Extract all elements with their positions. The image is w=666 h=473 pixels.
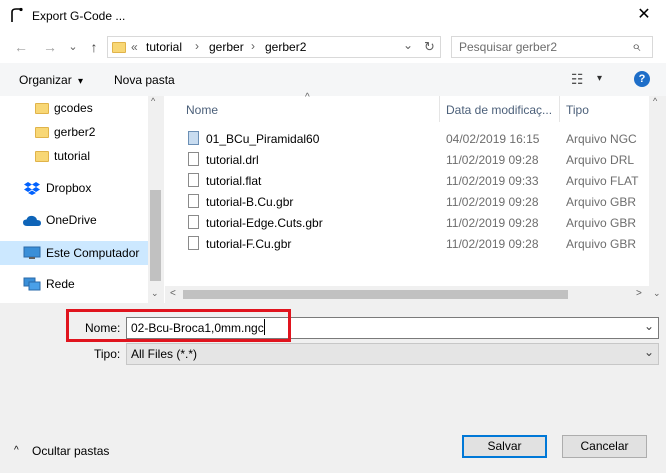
nav-folder-tutorial[interactable]: tutorial [54,146,90,166]
file-row[interactable]: tutorial-B.Cu.gbr 11/02/2019 09:28 Arqui… [180,191,650,212]
file-name: tutorial-F.Cu.gbr [206,237,292,251]
file-type: Arquivo GBR [566,216,637,230]
folder-icon [35,151,49,162]
new-folder-button[interactable]: Nova pasta [114,73,175,87]
back-icon[interactable]: ← [13,39,29,55]
nav-pane-scroll-thumb[interactable] [150,190,161,281]
file-name: tutorial.flat [206,174,262,188]
cancel-button[interactable]: Cancelar [562,435,647,458]
computer-icon [23,246,41,259]
search-icon[interactable]: ⌕ [632,38,640,55]
file-icon [188,152,199,166]
file-date: 04/02/2019 16:15 [446,132,540,146]
folder-icon [35,127,49,138]
file-icon [188,215,199,229]
forward-icon[interactable]: → [42,39,58,55]
file-type: Arquivo NGC [566,132,637,146]
file-icon [188,194,199,208]
organize-caret-icon: ▾ [78,76,84,87]
address-dropdown-icon[interactable]: ⌄ [403,38,413,52]
column-header-type[interactable]: Tipo [566,103,589,117]
file-row[interactable]: tutorial-Edge.Cuts.gbr 11/02/2019 09:28 … [180,212,650,233]
column-divider[interactable] [559,96,560,122]
breadcrumb-separator-icon: › [251,39,255,53]
nav-network[interactable]: Rede [46,274,75,294]
network-icon [23,277,41,291]
folder-icon [112,42,126,53]
app-icon [11,7,23,22]
ngc-file-icon [188,131,199,145]
file-name: tutorial-B.Cu.gbr [206,195,294,209]
view-options-caret-icon[interactable]: ▾ [597,73,602,84]
organize-button[interactable]: Organizar ▾ [19,73,83,87]
file-type: Arquivo DRL [566,153,635,167]
save-button[interactable]: Salvar [462,435,547,458]
up-folder-icon[interactable]: ↑ [86,39,102,55]
file-type-label: Tipo: [94,347,121,361]
nav-folder-gcodes[interactable]: gcodes [54,98,93,118]
file-type-dropdown-icon[interactable]: ⌄ [644,345,654,359]
file-name-dropdown-icon[interactable]: ⌄ [644,319,654,333]
scroll-left-icon[interactable]: < [170,288,176,299]
scroll-right-icon[interactable]: > [636,288,642,299]
file-date: 11/02/2019 09:28 [446,195,539,209]
file-date: 11/02/2019 09:28 [446,216,539,230]
organize-label: Organizar [19,73,72,87]
file-date: 11/02/2019 09:28 [446,153,539,167]
close-icon[interactable]: ✕ [632,4,656,26]
recent-locations-chevron-icon[interactable]: ⌄ [65,39,81,55]
breadcrumb-gerber[interactable]: gerber [209,40,244,54]
scroll-down-icon[interactable]: ⌄ [151,288,159,299]
file-row[interactable]: tutorial-F.Cu.gbr 11/02/2019 09:28 Arqui… [180,233,650,254]
chevron-up-icon[interactable]: ^ [14,445,19,456]
file-type: Arquivo GBR [566,195,637,209]
breadcrumb-gerber2[interactable]: gerber2 [265,40,306,54]
file-date: 11/02/2019 09:33 [446,174,539,188]
dropbox-icon [24,182,40,195]
toolbar [0,63,666,96]
folder-icon [35,103,49,114]
file-row[interactable]: 01_BCu_Piramidal60 04/02/2019 16:15 Arqu… [180,128,650,149]
nav-onedrive[interactable]: OneDrive [46,210,97,230]
file-date: 11/02/2019 09:28 [446,237,539,251]
column-divider[interactable] [439,96,440,122]
breadcrumb-separator-icon: › [195,39,199,53]
horizontal-scroll-thumb[interactable] [183,290,568,299]
scroll-up-icon[interactable]: ^ [653,96,657,106]
file-name: tutorial.drl [206,153,259,167]
file-row[interactable]: tutorial.flat 11/02/2019 09:33 Arquivo F… [180,170,650,191]
scroll-down-icon[interactable]: ⌄ [653,288,661,299]
file-icon [188,236,199,250]
help-icon[interactable]: ? [634,71,650,87]
nav-this-pc[interactable]: Este Computador [46,243,139,263]
hide-folders-button[interactable]: Ocultar pastas [32,444,109,458]
file-type-value[interactable]: All Files (*.*) [131,347,197,361]
sort-ascending-icon: ^ [305,92,310,103]
column-header-name[interactable]: Nome [186,103,218,117]
search-placeholder: Pesquisar gerber2 [459,40,558,54]
file-type: Arquivo GBR [566,237,637,251]
file-name: 01_BCu_Piramidal60 [206,132,320,146]
file-list-vertical-scrollbar[interactable] [649,96,666,303]
file-type: Arquivo FLAT [566,174,639,188]
onedrive-icon [23,215,41,226]
scroll-up-icon[interactable]: ^ [151,96,155,106]
window-title: Export G-Code ... [32,9,126,23]
nav-dropbox[interactable]: Dropbox [46,178,91,198]
view-options-icon[interactable]: ☷ [571,71,584,88]
file-icon [188,173,199,187]
annotation-highlight-box [66,309,291,342]
breadcrumb-tutorial[interactable]: tutorial [146,40,182,54]
nav-folder-gerber2[interactable]: gerber2 [54,122,95,142]
column-header-date[interactable]: Data de modificaç... [446,103,552,117]
refresh-icon[interactable]: ↻ [424,39,435,55]
breadcrumb-overflow-icon[interactable]: « [131,40,138,54]
file-type-select[interactable] [126,343,659,365]
file-row[interactable]: tutorial.drl 11/02/2019 09:28 Arquivo DR… [180,149,650,170]
file-name: tutorial-Edge.Cuts.gbr [206,216,323,230]
